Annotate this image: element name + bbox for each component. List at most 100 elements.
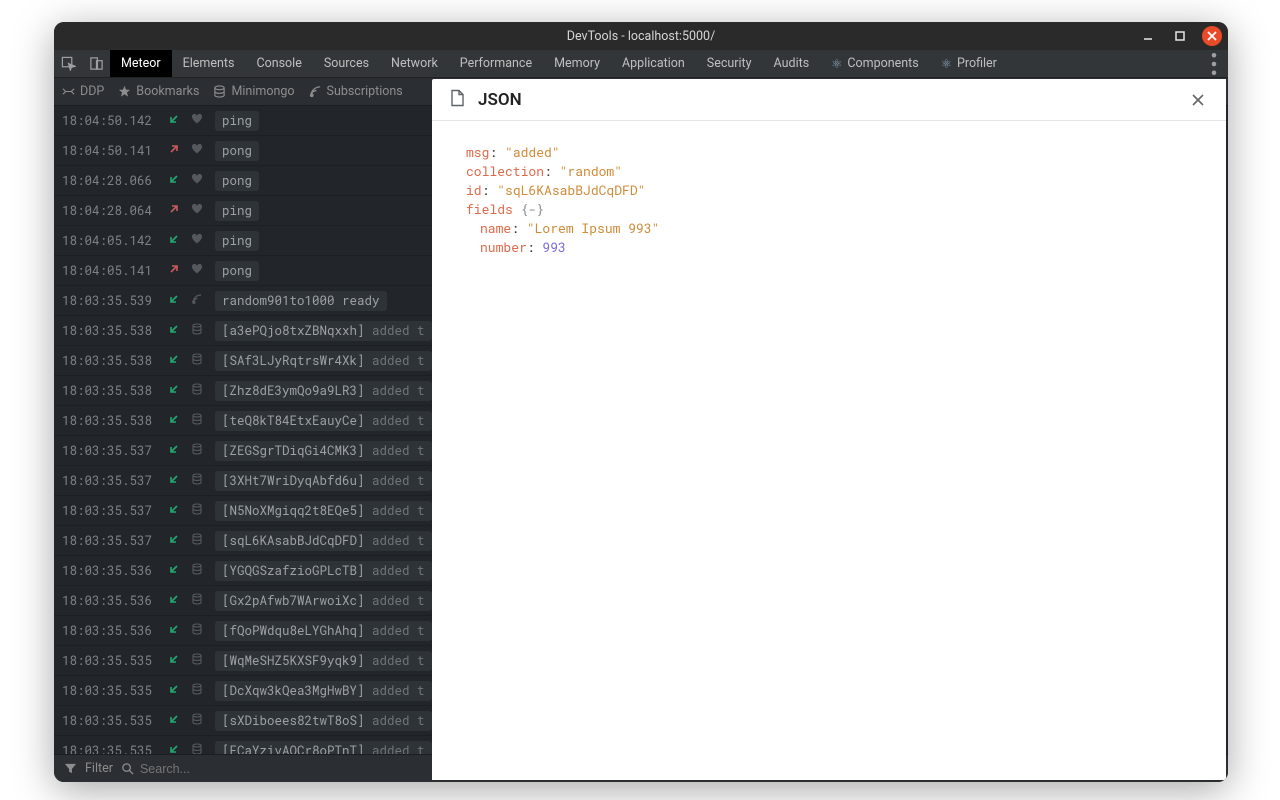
- filter-icon[interactable]: [64, 762, 77, 775]
- close-panel-button[interactable]: [1186, 88, 1210, 112]
- tab-memory[interactable]: Memory: [543, 50, 611, 77]
- log-message: ping: [215, 111, 259, 131]
- ddp-tab[interactable]: DDP: [62, 84, 104, 99]
- database-icon: [191, 443, 205, 459]
- log-message: [Gx2pAfwb7WArwoiXc] added t: [215, 591, 432, 611]
- inspect-element-icon[interactable]: [54, 50, 82, 77]
- maximize-button[interactable]: [1170, 26, 1190, 46]
- tab-network[interactable]: Network: [380, 50, 449, 77]
- log-timestamp: 18:03:35.536: [62, 563, 157, 579]
- log-message: [DcXqw3kQea3MgHwBY] added t: [215, 681, 432, 701]
- tab-console[interactable]: Console: [245, 50, 312, 77]
- log-timestamp: 18:04:28.066: [62, 173, 157, 189]
- database-icon: [191, 623, 205, 639]
- minimize-button[interactable]: [1138, 26, 1158, 46]
- database-icon: [191, 713, 205, 729]
- arrow-in-icon: [167, 593, 181, 609]
- arrow-out-icon: [167, 263, 181, 279]
- arrow-in-icon: [167, 323, 181, 339]
- window-title: DevTools - localhost:5000/: [567, 29, 715, 44]
- minimongo-tab[interactable]: Minimongo: [213, 84, 294, 99]
- database-icon: [191, 413, 205, 429]
- tab-components[interactable]: ⚛Components: [820, 50, 930, 77]
- devtools-tabbar: MeteorElementsConsoleSourcesNetworkPerfo…: [54, 50, 1228, 78]
- filter-label[interactable]: Filter: [85, 761, 113, 776]
- device-toolbar-icon[interactable]: [82, 50, 110, 77]
- heart-icon: [191, 173, 205, 189]
- log-message: [fQoPWdqu8eLYGhAhq] added t: [215, 621, 432, 641]
- database-icon: [191, 563, 205, 579]
- log-message: ping: [215, 201, 259, 221]
- database-icon: [191, 323, 205, 339]
- arrow-in-icon: [167, 683, 181, 699]
- log-timestamp: 18:04:05.141: [62, 263, 157, 279]
- heart-icon: [191, 233, 205, 249]
- log-timestamp: 18:03:35.535: [62, 713, 157, 729]
- subscriptions-tab[interactable]: Subscriptions: [309, 84, 403, 99]
- arrow-in-icon: [167, 473, 181, 489]
- database-icon: [191, 593, 205, 609]
- log-timestamp: 18:03:35.535: [62, 653, 157, 669]
- database-icon: [191, 743, 205, 755]
- arrow-in-icon: [167, 713, 181, 729]
- tab-elements[interactable]: Elements: [172, 50, 246, 77]
- search-input[interactable]: [140, 762, 260, 776]
- window-controls: [1138, 22, 1222, 50]
- tab-profiler[interactable]: ⚛Profiler: [930, 50, 1008, 77]
- tab-meteor[interactable]: Meteor: [110, 50, 172, 77]
- subscription-icon: [191, 293, 205, 309]
- arrow-in-icon: [167, 293, 181, 309]
- log-message: [teQ8kT84EtxEauyCe] added t: [215, 411, 432, 431]
- window-titlebar: DevTools - localhost:5000/: [54, 22, 1228, 50]
- log-message: [N5NoXMgiqq2t8EQe5] added t: [215, 501, 432, 521]
- database-icon: [191, 353, 205, 369]
- database-icon: [191, 473, 205, 489]
- log-message: [WqMeSHZ5KXSF9yqk9] added t: [215, 651, 432, 671]
- log-message: [sqL6KAsabBJdCqDFD] added t: [215, 531, 432, 551]
- log-timestamp: 18:03:35.537: [62, 443, 157, 459]
- arrow-in-icon: [167, 173, 181, 189]
- heart-icon: [191, 113, 205, 129]
- heart-icon: [191, 203, 205, 219]
- json-panel-title: JSON: [478, 90, 522, 110]
- tab-sources[interactable]: Sources: [313, 50, 380, 77]
- more-options-icon[interactable]: [1200, 50, 1228, 77]
- log-timestamp: 18:04:50.141: [62, 143, 157, 159]
- log-timestamp: 18:03:35.537: [62, 533, 157, 549]
- log-timestamp: 18:03:35.538: [62, 353, 157, 369]
- tab-performance[interactable]: Performance: [449, 50, 543, 77]
- log-message: [a3ePQjo8txZBNqxxh] added t: [215, 321, 432, 341]
- close-button[interactable]: [1202, 26, 1222, 46]
- arrow-in-icon: [167, 413, 181, 429]
- arrow-in-icon: [167, 653, 181, 669]
- database-icon: [191, 683, 205, 699]
- log-message: pong: [215, 171, 259, 191]
- arrow-in-icon: [167, 233, 181, 249]
- tab-audits[interactable]: Audits: [763, 50, 821, 77]
- arrow-in-icon: [167, 503, 181, 519]
- log-message: pong: [215, 141, 259, 161]
- log-message: [3XHt7WriDyqAbfd6u] added t: [215, 471, 432, 491]
- log-message: [FCaYzivAQCr8oPTnT] added t: [215, 741, 432, 755]
- log-message: [SAf3LJyRqtrsWr4Xk] added t: [215, 351, 432, 371]
- arrow-in-icon: [167, 443, 181, 459]
- log-message: ping: [215, 231, 259, 251]
- tab-application[interactable]: Application: [611, 50, 696, 77]
- log-timestamp: 18:03:35.535: [62, 683, 157, 699]
- devtools-window: DevTools - localhost:5000/ MeteorElement…: [54, 22, 1228, 782]
- log-timestamp: 18:04:05.142: [62, 233, 157, 249]
- json-detail-panel: JSON msg: "added" collection: "random" i…: [432, 79, 1226, 780]
- react-icon: ⚛: [941, 56, 952, 72]
- tab-security[interactable]: Security: [696, 50, 763, 77]
- heart-icon: [191, 263, 205, 279]
- json-body: msg: "added" collection: "random" id: "s…: [432, 121, 1226, 279]
- bookmarks-tab[interactable]: Bookmarks: [118, 84, 199, 99]
- search-icon: [121, 762, 134, 775]
- log-timestamp: 18:04:50.142: [62, 113, 157, 129]
- arrow-in-icon: [167, 623, 181, 639]
- log-message: [YGQGSzafzioGPLcTB] added t: [215, 561, 432, 581]
- log-timestamp: 18:03:35.539: [62, 293, 157, 309]
- arrow-out-icon: [167, 143, 181, 159]
- log-timestamp: 18:03:35.537: [62, 473, 157, 489]
- log-timestamp: 18:03:35.538: [62, 413, 157, 429]
